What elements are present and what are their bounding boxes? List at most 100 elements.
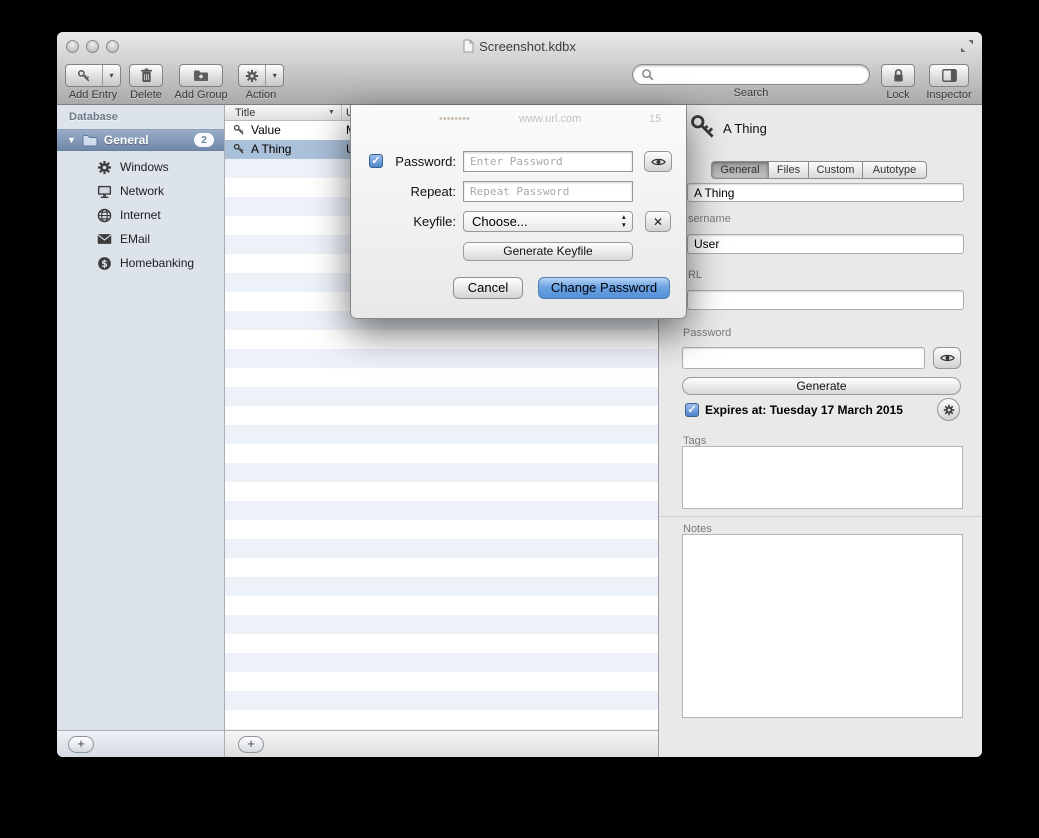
sort-indicator-icon: ▼ <box>328 109 335 116</box>
inspector-item: Inspector <box>921 64 977 101</box>
document-icon <box>463 39 474 53</box>
keyfile-popup[interactable]: Choose... ▲ ▼ <box>463 211 633 232</box>
dialog-keyfile-label: Keyfile: <box>371 211 456 232</box>
key-icon <box>233 143 245 158</box>
globe-icon <box>97 208 112 223</box>
fullscreen-icon[interactable] <box>960 39 974 53</box>
sidebar-group-general[interactable]: ▼ General 2 <box>57 129 224 151</box>
tab-files[interactable]: Files <box>769 161 809 179</box>
folder-plus-icon <box>193 69 209 82</box>
repeat-password-input[interactable] <box>463 181 633 202</box>
generate-password-button[interactable]: Generate <box>682 377 961 395</box>
search-icon <box>641 68 654 81</box>
add-group-label: Add Group <box>174 89 227 101</box>
add-entry-footer-button[interactable]: + <box>238 736 264 753</box>
tab-custom[interactable]: Custom <box>809 161 863 179</box>
reveal-new-password-button[interactable] <box>644 151 672 172</box>
dimmed-password-cell: •••••••• <box>439 113 470 125</box>
coin-icon: $ <box>97 256 112 271</box>
tab-general[interactable]: General <box>711 161 769 179</box>
lock-label: Lock <box>886 89 909 101</box>
svg-text:$: $ <box>101 258 108 269</box>
username-label: Username <box>680 213 731 225</box>
add-entry-dropdown[interactable]: ▾ <box>102 65 120 86</box>
sidebar-item-internet[interactable]: Internet <box>57 203 224 227</box>
new-password-input[interactable] <box>463 151 633 172</box>
password-label: Password <box>683 327 731 339</box>
dimmed-url-cell: www.url.com <box>519 113 581 125</box>
password-field[interactable] <box>682 347 925 369</box>
inspector-panel-icon <box>942 69 957 82</box>
toolbar: ▾ Add Entry Delete Add Group <box>57 60 982 105</box>
sidebar-item-email[interactable]: EMail <box>57 227 224 251</box>
cancel-button[interactable]: Cancel <box>453 277 523 299</box>
column-divider[interactable] <box>341 105 342 120</box>
lock-button[interactable] <box>881 64 915 87</box>
generate-keyfile-button[interactable]: Generate Keyfile <box>463 242 633 261</box>
entry-title-cell: A Thing <box>251 142 291 156</box>
url-field[interactable] <box>687 290 964 310</box>
sidebar-item-label: Internet <box>120 208 161 222</box>
lock-icon <box>892 68 905 83</box>
dropdown-arrow-icon: ▾ <box>109 72 113 80</box>
sidebar-header: Database <box>69 111 118 123</box>
dimmed-modified-cell: 15 <box>649 113 661 125</box>
dialog-repeat-label: Repeat: <box>371 181 456 202</box>
expires-checkbox[interactable]: ✓ <box>685 403 699 417</box>
expires-label: Expires at: Tuesday 17 March 2015 <box>705 403 903 417</box>
window-title: Screenshot.kdbx <box>479 39 576 54</box>
expires-options-button[interactable] <box>937 398 960 421</box>
sidebar-item-label: EMail <box>120 232 150 246</box>
tags-field[interactable] <box>682 446 963 509</box>
sidebar-item-windows[interactable]: Windows <box>57 155 224 179</box>
change-password-dialog: •••••••• www.url.com 15 ✓ Password: Repe… <box>350 105 687 319</box>
search-label: Search <box>734 87 769 99</box>
action-item: ▾ Action <box>235 64 287 101</box>
action-label: Action <box>246 89 277 101</box>
gear-icon <box>97 160 112 175</box>
change-password-button[interactable]: Change Password <box>538 277 670 299</box>
action-dropdown[interactable]: ▾ <box>265 65 283 86</box>
keyfile-popup-value: Choose... <box>472 214 528 229</box>
title-field[interactable] <box>687 183 964 202</box>
action-button[interactable]: ▾ <box>238 64 284 87</box>
search-field[interactable] <box>632 64 870 85</box>
gear-icon <box>239 65 265 86</box>
inspector-tabs: General Files Custom Autotype <box>711 161 927 179</box>
clear-keyfile-button[interactable]: ✕ <box>645 211 671 232</box>
sidebar-item-label: Network <box>120 184 164 198</box>
stepper-down-icon: ▼ <box>621 222 627 230</box>
delete-button[interactable] <box>129 64 163 87</box>
titlebar: Screenshot.kdbx <box>57 32 982 60</box>
trash-icon <box>140 68 153 83</box>
entry-list-footer: + <box>225 730 658 757</box>
add-group-footer-button[interactable]: + <box>68 736 94 753</box>
disclosure-triangle-icon[interactable]: ▼ <box>67 135 76 145</box>
add-entry-item: ▾ Add Entry <box>65 64 121 101</box>
screen-background: Screenshot.kdbx ▾ Add Entry Delete <box>0 0 1039 838</box>
tab-autotype[interactable]: Autotype <box>863 161 927 179</box>
delete-label: Delete <box>130 89 162 101</box>
search-item: Search <box>632 64 870 99</box>
reveal-password-button[interactable] <box>933 347 961 369</box>
inspector-button[interactable] <box>929 64 969 87</box>
password-enabled-checkbox[interactable]: ✓ <box>369 154 383 168</box>
monitor-icon <box>97 184 112 199</box>
dialog-password-label: Password: <box>389 151 456 172</box>
add-group-item: Add Group <box>171 64 231 101</box>
stepper-up-icon: ▲ <box>621 214 627 222</box>
window-title-area: Screenshot.kdbx <box>57 32 982 60</box>
add-group-button[interactable] <box>179 64 223 87</box>
column-header-title[interactable]: Title <box>235 107 255 119</box>
add-entry-button[interactable]: ▾ <box>65 64 121 87</box>
sidebar-item-homebanking[interactable]: $ Homebanking <box>57 251 224 275</box>
eye-icon <box>651 157 666 167</box>
section-divider <box>659 516 982 517</box>
username-field[interactable] <box>687 234 964 254</box>
search-input[interactable] <box>659 68 861 82</box>
delete-item: Delete <box>123 64 169 101</box>
group-count-badge: 2 <box>194 133 214 147</box>
key-plus-icon <box>66 65 102 86</box>
notes-field[interactable] <box>682 534 963 718</box>
sidebar-item-network[interactable]: Network <box>57 179 224 203</box>
